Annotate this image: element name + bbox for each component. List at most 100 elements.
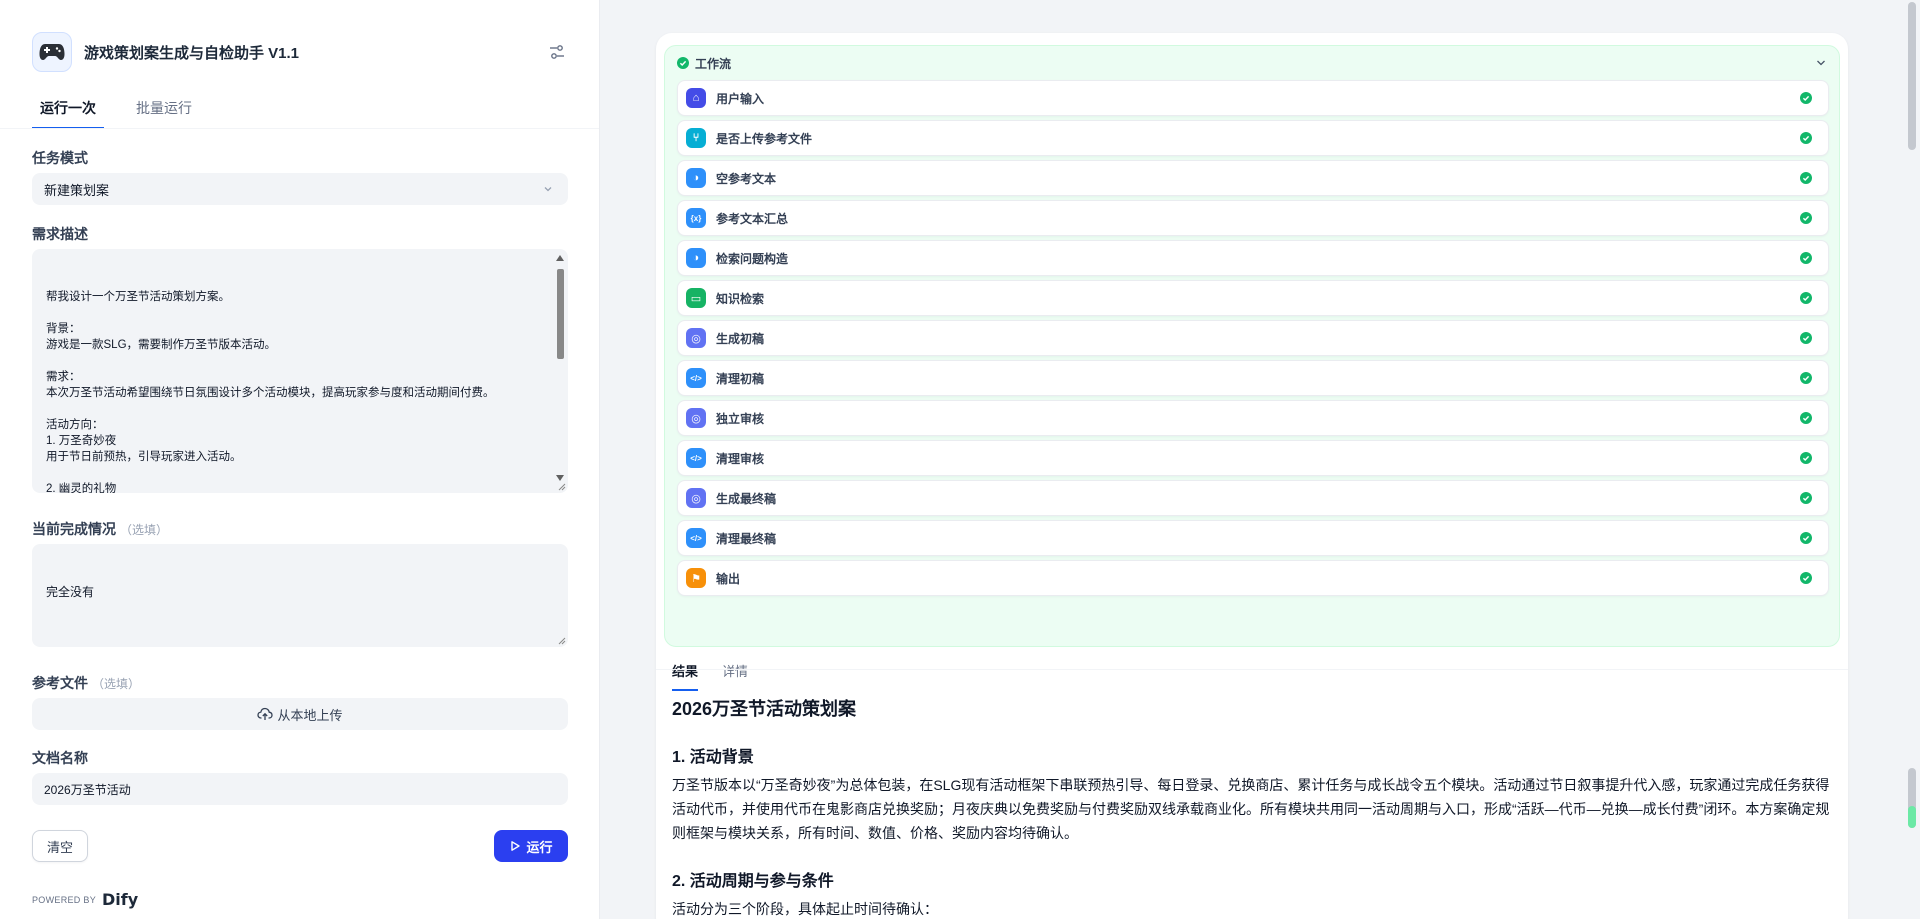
result-divider bbox=[656, 669, 1848, 670]
section-heading: 1. 活动背景 bbox=[672, 749, 754, 766]
powered-by: POWERED BY Dify bbox=[32, 890, 138, 909]
resize-handle-icon[interactable] bbox=[556, 481, 566, 491]
workflow-node[interactable]: ◑ 检索问题构造 bbox=[677, 240, 1829, 276]
if-else-icon: ⑂ bbox=[686, 128, 706, 148]
workflow-node-label: 输出 bbox=[716, 571, 741, 586]
check-circle-icon bbox=[1800, 412, 1812, 424]
section-heading: 2. 活动周期与参与条件 bbox=[672, 873, 834, 890]
run-panel: 游戏策划案生成与自检助手 V1.1 运行一次 批量运行 任务模式 新建策划案 需… bbox=[0, 0, 600, 919]
resize-handle-icon[interactable] bbox=[556, 635, 566, 645]
workflow-node-label: 清理初稿 bbox=[716, 371, 765, 386]
code-icon: </> bbox=[686, 528, 706, 548]
workflow-node[interactable]: ◎ 生成最终稿 bbox=[677, 480, 1829, 516]
workflow-node-label: 生成最终稿 bbox=[716, 491, 777, 506]
workflow-node-label: 清理审核 bbox=[716, 451, 765, 466]
requirement-scrollbar[interactable] bbox=[554, 253, 566, 483]
variable-aggregator-icon: {x} bbox=[686, 208, 706, 228]
requirement-text: 帮我设计一个万圣节活动策划方案。 背景： 游戏是一款SLG，需要制作万圣节版本活… bbox=[46, 291, 495, 493]
progress-textarea[interactable]: 完全没有 bbox=[32, 544, 568, 647]
check-circle-icon bbox=[1800, 212, 1812, 224]
run-mode-tabs: 运行一次 批量运行 bbox=[32, 96, 224, 129]
template-icon: ◑ bbox=[686, 168, 706, 188]
check-circle-icon bbox=[1800, 452, 1812, 464]
workflow-node[interactable]: ▭ 知识检索 bbox=[677, 280, 1829, 316]
check-circle-icon bbox=[1800, 172, 1812, 184]
check-circle-icon bbox=[1800, 572, 1812, 584]
cloud-upload-icon bbox=[257, 707, 274, 720]
user-input-icon: ⌂ bbox=[686, 88, 706, 108]
tab-batch-run[interactable]: 批量运行 bbox=[128, 96, 200, 128]
progress-text: 完全没有 bbox=[46, 585, 95, 599]
workflow-node-label: 清理最终稿 bbox=[716, 531, 777, 546]
check-circle-icon bbox=[1800, 372, 1812, 384]
result-card: 工作流 ⌂ 用户输入 ⑂ 是否上传参考文件 ◑ 空参考文本 {x} 参考文本汇总 ◑ 检索问题构造… bbox=[656, 33, 1848, 919]
reference-label: 参考文件 （选填） bbox=[32, 673, 140, 693]
workflow-node[interactable]: ◎ 生成初稿 bbox=[677, 320, 1829, 356]
output-icon: ⚑ bbox=[686, 568, 706, 588]
check-circle-icon bbox=[1800, 292, 1812, 304]
clear-button[interactable]: 清空 bbox=[32, 830, 88, 862]
chevron-down-icon bbox=[542, 183, 554, 198]
check-circle-icon bbox=[1800, 252, 1812, 264]
workflow-node[interactable]: </> 清理初稿 bbox=[677, 360, 1829, 396]
workflow-node-label: 知识检索 bbox=[716, 291, 765, 306]
llm-icon: ◎ bbox=[686, 408, 706, 428]
settings-sliders-icon[interactable] bbox=[547, 42, 567, 62]
reference-label-text: 参考文件 bbox=[32, 675, 88, 691]
run-label: 运行 bbox=[526, 839, 553, 855]
play-icon bbox=[511, 841, 521, 851]
doc-name-label: 文档名称 bbox=[32, 750, 88, 766]
task-mode-label: 任务模式 bbox=[32, 150, 88, 166]
gamepad-icon bbox=[32, 32, 72, 72]
requirement-textarea[interactable]: 帮我设计一个万圣节活动策划方案。 背景： 游戏是一款SLG，需要制作万圣节版本活… bbox=[32, 249, 568, 493]
chevron-down-icon[interactable] bbox=[1815, 57, 1827, 72]
scroll-thumb[interactable] bbox=[1908, 2, 1916, 150]
check-circle-icon bbox=[1800, 132, 1812, 144]
workflow-node[interactable]: {x} 参考文本汇总 bbox=[677, 200, 1829, 236]
llm-icon: ◎ bbox=[686, 488, 706, 508]
page-scrollbar[interactable] bbox=[1904, 0, 1920, 919]
tab-run-once[interactable]: 运行一次 bbox=[32, 96, 104, 129]
check-circle-icon bbox=[1800, 492, 1812, 504]
workflow-node[interactable]: ⑂ 是否上传参考文件 bbox=[677, 120, 1829, 156]
document-title: 2026万圣节活动策划案 bbox=[672, 699, 857, 719]
section-paragraph: 活动分为三个阶段，具体起止时间待确认： bbox=[672, 901, 938, 917]
scroll-up-arrow-icon[interactable] bbox=[556, 255, 564, 261]
code-icon: </> bbox=[686, 368, 706, 388]
app-header: 游戏策划案生成与自检助手 V1.1 bbox=[32, 32, 567, 72]
workflow-header[interactable]: 工作流 bbox=[677, 54, 1827, 72]
upload-local-button[interactable]: 从本地上传 bbox=[32, 698, 568, 730]
workflow-node-label: 检索问题构造 bbox=[716, 251, 789, 266]
doc-name-input[interactable]: 2026万圣节活动 bbox=[32, 773, 568, 805]
workflow-node-label: 用户输入 bbox=[716, 91, 765, 106]
workflow-node-label: 参考文本汇总 bbox=[716, 211, 789, 226]
workflow-node[interactable]: </> 清理最终稿 bbox=[677, 520, 1829, 556]
code-icon: </> bbox=[686, 448, 706, 468]
tabs-divider bbox=[0, 128, 599, 129]
llm-icon: ◎ bbox=[686, 328, 706, 348]
scroll-marker bbox=[1908, 806, 1916, 828]
workflow-node-label: 独立审核 bbox=[716, 411, 765, 426]
workflow-node-label: 是否上传参考文件 bbox=[716, 131, 813, 146]
doc-name-value: 2026万圣节活动 bbox=[44, 782, 131, 797]
workflow-node[interactable]: ◎ 独立审核 bbox=[677, 400, 1829, 436]
result-document: 2026万圣节活动策划案 1. 活动背景 万圣节版本以“万圣奇妙夜”为总体包装，… bbox=[672, 687, 1832, 919]
workflow-node-label: 空参考文本 bbox=[716, 171, 777, 186]
workflow-node[interactable]: ⚑ 输出 bbox=[677, 560, 1829, 596]
workflow-node[interactable]: ⌂ 用户输入 bbox=[677, 80, 1829, 116]
progress-label: 当前完成情况 （选填） bbox=[32, 519, 168, 539]
workflow-node[interactable]: </> 清理审核 bbox=[677, 440, 1829, 476]
task-mode-select[interactable]: 新建策划案 bbox=[32, 173, 568, 205]
upload-label: 从本地上传 bbox=[277, 707, 343, 723]
check-circle-icon bbox=[677, 57, 689, 69]
scroll-thumb[interactable] bbox=[557, 269, 564, 359]
optional-tag: （选填） bbox=[120, 523, 169, 537]
run-button[interactable]: 运行 bbox=[494, 830, 568, 862]
check-circle-icon bbox=[1800, 532, 1812, 544]
workflow-node[interactable]: ◑ 空参考文本 bbox=[677, 160, 1829, 196]
workflow-node-label: 生成初稿 bbox=[716, 331, 765, 346]
check-circle-icon bbox=[1800, 92, 1812, 104]
powered-by-text: POWERED BY bbox=[32, 894, 97, 905]
optional-tag: （选填） bbox=[92, 677, 141, 691]
workflow-title: 工作流 bbox=[695, 56, 732, 71]
